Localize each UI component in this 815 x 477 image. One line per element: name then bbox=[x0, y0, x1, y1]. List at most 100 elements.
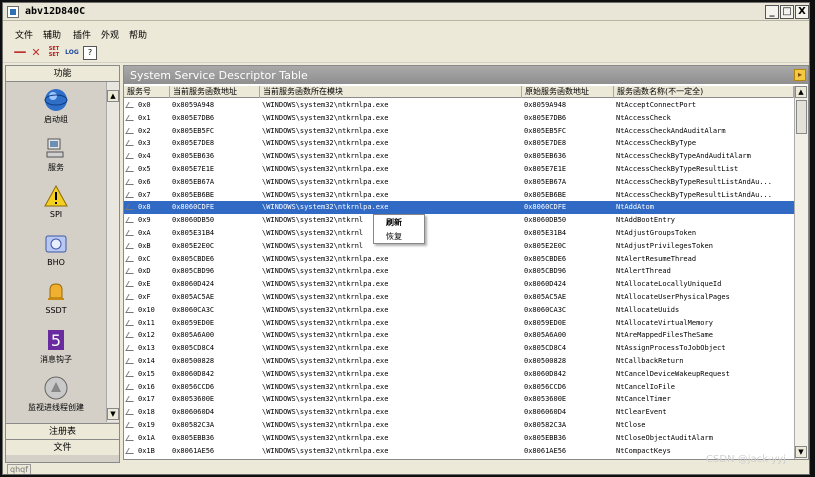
scroll-up-icon[interactable]: ▲ bbox=[107, 90, 119, 102]
current-address-cell: 0x805CBD96 bbox=[172, 267, 215, 276]
function-list-scrollbar[interactable]: ▲ ▼ bbox=[106, 82, 119, 422]
table-row[interactable]: 0xF 0x805AC5AE \WINDOWS\system32\ntkrnlpa.… bbox=[124, 291, 794, 304]
column-header-index[interactable]: 服务号 bbox=[124, 86, 170, 98]
nav-item-spi[interactable]: SPI bbox=[6, 182, 106, 228]
menu-plugins[interactable]: 插件 bbox=[73, 28, 91, 41]
set-icon[interactable]: SET SET bbox=[47, 46, 61, 60]
scroll-down-icon[interactable]: ▼ bbox=[107, 408, 119, 420]
module-path-cell: \WINDOWS\system32\ntkrnlpa.exe bbox=[262, 101, 389, 109]
context-menu-restore[interactable]: 恢复 bbox=[374, 230, 424, 244]
window-title: abv12D840C bbox=[25, 6, 86, 17]
function-name-cell: NtAccessCheckAndAuditAlarm bbox=[616, 126, 726, 135]
row-edit-icon bbox=[125, 102, 137, 108]
table-row[interactable]: 0x15 0x8060D842 \WINDOWS\system32\ntkrnlpa… bbox=[124, 368, 794, 381]
monitor-icon bbox=[44, 376, 68, 400]
table-row[interactable]: 0x8 0x8060CDFE \WINDOWS\system32\ntkrnlpa.… bbox=[124, 201, 794, 215]
table-row[interactable]: 0x1A 0x805EBB36 \WINDOWS\system32\ntkrnlpa… bbox=[124, 432, 794, 445]
warning-icon bbox=[44, 184, 68, 207]
panel-menu-icon[interactable]: ▸ bbox=[794, 69, 806, 81]
service-index-cell: 0x6 bbox=[138, 177, 151, 186]
nav-item-msg-hook[interactable]: 5 消息钩子 bbox=[6, 326, 106, 372]
current-address-cell: 0x8060D424 bbox=[172, 280, 215, 289]
function-name-cell: NtAddBootEntry bbox=[616, 216, 676, 225]
menu-appearance[interactable]: 外观 bbox=[101, 28, 119, 41]
column-header-current-address[interactable]: 当前服务函数地址 bbox=[170, 86, 260, 98]
original-address-cell: 0x805E7DE8 bbox=[524, 139, 567, 148]
module-path-cell: \WINDOWS\system32\ntkrnlpa.exe bbox=[262, 344, 389, 353]
table-scrollbar[interactable]: ▲ ▼ bbox=[794, 86, 808, 459]
nav-label: 启动组 bbox=[44, 115, 68, 124]
original-address-cell: 0x805EB6BE bbox=[524, 190, 567, 199]
function-name-cell: NtCloseObjectAuditAlarm bbox=[616, 433, 713, 442]
minimize-button[interactable]: _ bbox=[765, 5, 779, 19]
context-menu-refresh[interactable]: 刷新 bbox=[374, 216, 424, 230]
nav-item-startup[interactable]: 启动组 bbox=[6, 86, 106, 132]
table-row[interactable]: 0x14 0x80500828 \WINDOWS\system32\ntkrnlpa… bbox=[124, 355, 794, 368]
function-name-cell: NtCancelDeviceWakeupRequest bbox=[616, 369, 730, 378]
row-edit-icon bbox=[125, 166, 137, 172]
function-name-cell: NtAccessCheckByTypeResultListAndAu... bbox=[616, 177, 772, 186]
service-index-cell: 0x4 bbox=[138, 152, 151, 161]
module-path-cell: \WINDOWS\system32\ntkrnlpa.exe bbox=[262, 203, 389, 212]
table-row[interactable]: 0x5 0x805E7E1E \WINDOWS\system32\ntkrnlpa.… bbox=[124, 163, 794, 176]
table-row[interactable]: 0xA 0x805E31B4 \WINDOWS\system32\ntkrnl 0x8… bbox=[124, 227, 794, 240]
original-address-cell: 0x805E31B4 bbox=[524, 229, 567, 237]
help-icon[interactable]: ? bbox=[83, 46, 97, 60]
registry-section[interactable]: 注册表 bbox=[6, 423, 119, 439]
hook-icon: 5 bbox=[48, 330, 64, 350]
service-index-cell: 0xD bbox=[138, 267, 151, 276]
menu-help[interactable]: 帮助 bbox=[129, 28, 147, 41]
table-row[interactable]: 0x10 0x8060CA3C \WINDOWS\system32\ntkrnlpa… bbox=[124, 304, 794, 317]
scroll-down-icon[interactable]: ▼ bbox=[795, 446, 807, 458]
table-row[interactable]: 0x12 0x805A6A00 \WINDOWS\system32\ntkrnlpa… bbox=[124, 329, 794, 342]
table-row[interactable]: 0x19 0x80582C3A \WINDOWS\system32\ntkrnlpa… bbox=[124, 419, 794, 432]
table-row[interactable]: 0x11 0x8059ED0E \WINDOWS\system32\ntkrnlpa… bbox=[124, 317, 794, 330]
startup-globe-icon bbox=[44, 89, 68, 111]
table-row[interactable]: 0x16 0x8056CCD6 \WINDOWS\system32\ntkrnlpa… bbox=[124, 381, 794, 394]
table-row[interactable]: 0x0 0x8059A948 \WINDOWS\system32\ntkrnlpa.… bbox=[124, 99, 794, 112]
menu-assist[interactable]: 辅助 bbox=[43, 28, 61, 41]
panel-title: System Service Descriptor Table bbox=[130, 69, 308, 82]
minus-icon[interactable]: — bbox=[13, 46, 27, 60]
x-icon[interactable]: ✕ bbox=[29, 46, 43, 60]
column-header-original-address[interactable]: 原始服务函数地址 bbox=[522, 86, 614, 98]
nav-item-monitor[interactable]: 监视进线程创建 bbox=[6, 374, 106, 420]
function-name-cell: NtAddAtom bbox=[616, 203, 654, 212]
close-button[interactable]: X bbox=[795, 5, 809, 19]
nav-label: 监视进线程创建 bbox=[28, 403, 84, 412]
nav-item-ssdt[interactable]: SSDT bbox=[6, 278, 106, 324]
table-row[interactable]: 0x9 0x8060DB50 \WINDOWS\system32\ntkrnl 0x8… bbox=[124, 214, 794, 227]
table-row[interactable]: 0x3 0x805E7DE8 \WINDOWS\system32\ntkrnlpa.… bbox=[124, 137, 794, 150]
scroll-up-icon[interactable]: ▲ bbox=[795, 86, 807, 98]
function-name-cell: NtClearEvent bbox=[616, 408, 667, 417]
nav-item-bho[interactable]: BHO bbox=[6, 230, 106, 276]
table-row[interactable]: 0x1B 0x8061AE56 \WINDOWS\system32\ntkrnlpa… bbox=[124, 445, 794, 458]
table-row[interactable]: 0x2 0x805EB5FC \WINDOWS\system32\ntkrnlpa.… bbox=[124, 125, 794, 138]
table-row[interactable]: 0xD 0x805CBD96 \WINDOWS\system32\ntkrnlpa.… bbox=[124, 265, 794, 278]
log-icon[interactable]: LOG bbox=[65, 46, 79, 60]
table-row[interactable]: 0x6 0x805EB67A \WINDOWS\system32\ntkrnlpa.… bbox=[124, 176, 794, 189]
column-header-module[interactable]: 当前服务函数所在模块 bbox=[260, 86, 522, 98]
table-row[interactable]: 0x18 0x806060D4 \WINDOWS\system32\ntkrnlpa… bbox=[124, 406, 794, 419]
table-row[interactable]: 0xE 0x8060D424 \WINDOWS\system32\ntkrnlpa.… bbox=[124, 278, 794, 291]
maximize-button[interactable]: □ bbox=[780, 5, 794, 19]
current-address-cell: 0x805EBB36 bbox=[172, 433, 215, 442]
scroll-thumb[interactable] bbox=[796, 100, 807, 134]
original-address-cell: 0x80582C3A bbox=[524, 421, 567, 429]
current-address-cell: 0x8053600E bbox=[172, 395, 215, 404]
ssdt-panel-header: System Service Descriptor Table ▸ bbox=[124, 66, 808, 84]
nav-item-services[interactable]: 服务 bbox=[6, 134, 106, 180]
function-panel-header[interactable]: 功能 bbox=[6, 66, 119, 82]
table-row[interactable]: 0x1 0x805E7DB6 \WINDOWS\system32\ntkrnlpa.… bbox=[124, 112, 794, 125]
table-row[interactable]: 0x17 0x8053600E \WINDOWS\system32\ntkrnlpa… bbox=[124, 393, 794, 406]
table-row[interactable]: 0x4 0x805EB636 \WINDOWS\system32\ntkrnlpa.… bbox=[124, 150, 794, 163]
column-header-function-name[interactable]: 服务函数名称(不一定全) bbox=[614, 86, 794, 98]
table-row[interactable]: 0xB 0x805E2E0C \WINDOWS\system32\ntkrnl 0x8… bbox=[124, 240, 794, 253]
file-section[interactable]: 文件 bbox=[6, 439, 119, 455]
menu-file[interactable]: 文件 bbox=[15, 28, 33, 41]
table-row[interactable]: 0x13 0x805CD8C4 \WINDOWS\system32\ntkrnlpa… bbox=[124, 342, 794, 355]
current-address-cell: 0x805E7E1E bbox=[172, 165, 215, 173]
row-edit-icon bbox=[125, 294, 137, 300]
table-row[interactable]: 0xC 0x805CBDE6 \WINDOWS\system32\ntkrnlpa.… bbox=[124, 253, 794, 266]
table-row[interactable]: 0x7 0x805EB6BE \WINDOWS\system32\ntkrnlpa.… bbox=[124, 189, 794, 202]
